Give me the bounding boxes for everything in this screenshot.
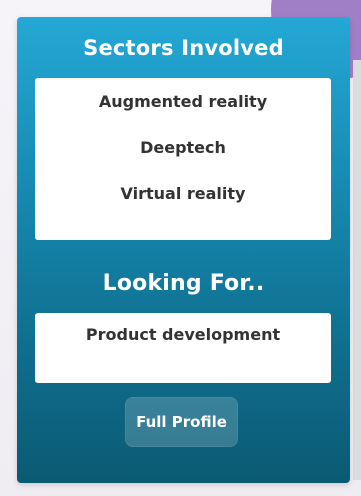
looking-for-title: Looking For..: [102, 271, 265, 296]
sector-item-deeptech: Deeptech: [140, 138, 226, 157]
sectors-title: Sectors Involved: [83, 36, 284, 60]
page-background: Sectors Involved Augmented reality Deept…: [0, 0, 361, 496]
adjacent-card-edge: [353, 60, 361, 480]
sector-item-virtual-reality: Virtual reality: [120, 184, 246, 203]
looking-for-item-product-development: Product development: [85, 325, 281, 344]
sector-item-augmented-reality: Augmented reality: [98, 92, 268, 111]
looking-for-box: Product development: [35, 313, 331, 383]
sectors-box: Augmented reality Deeptech Virtual reali…: [35, 78, 331, 240]
startup-card: Sectors Involved Augmented reality Deept…: [17, 17, 350, 483]
full-profile-button[interactable]: Full Profile: [125, 397, 238, 447]
